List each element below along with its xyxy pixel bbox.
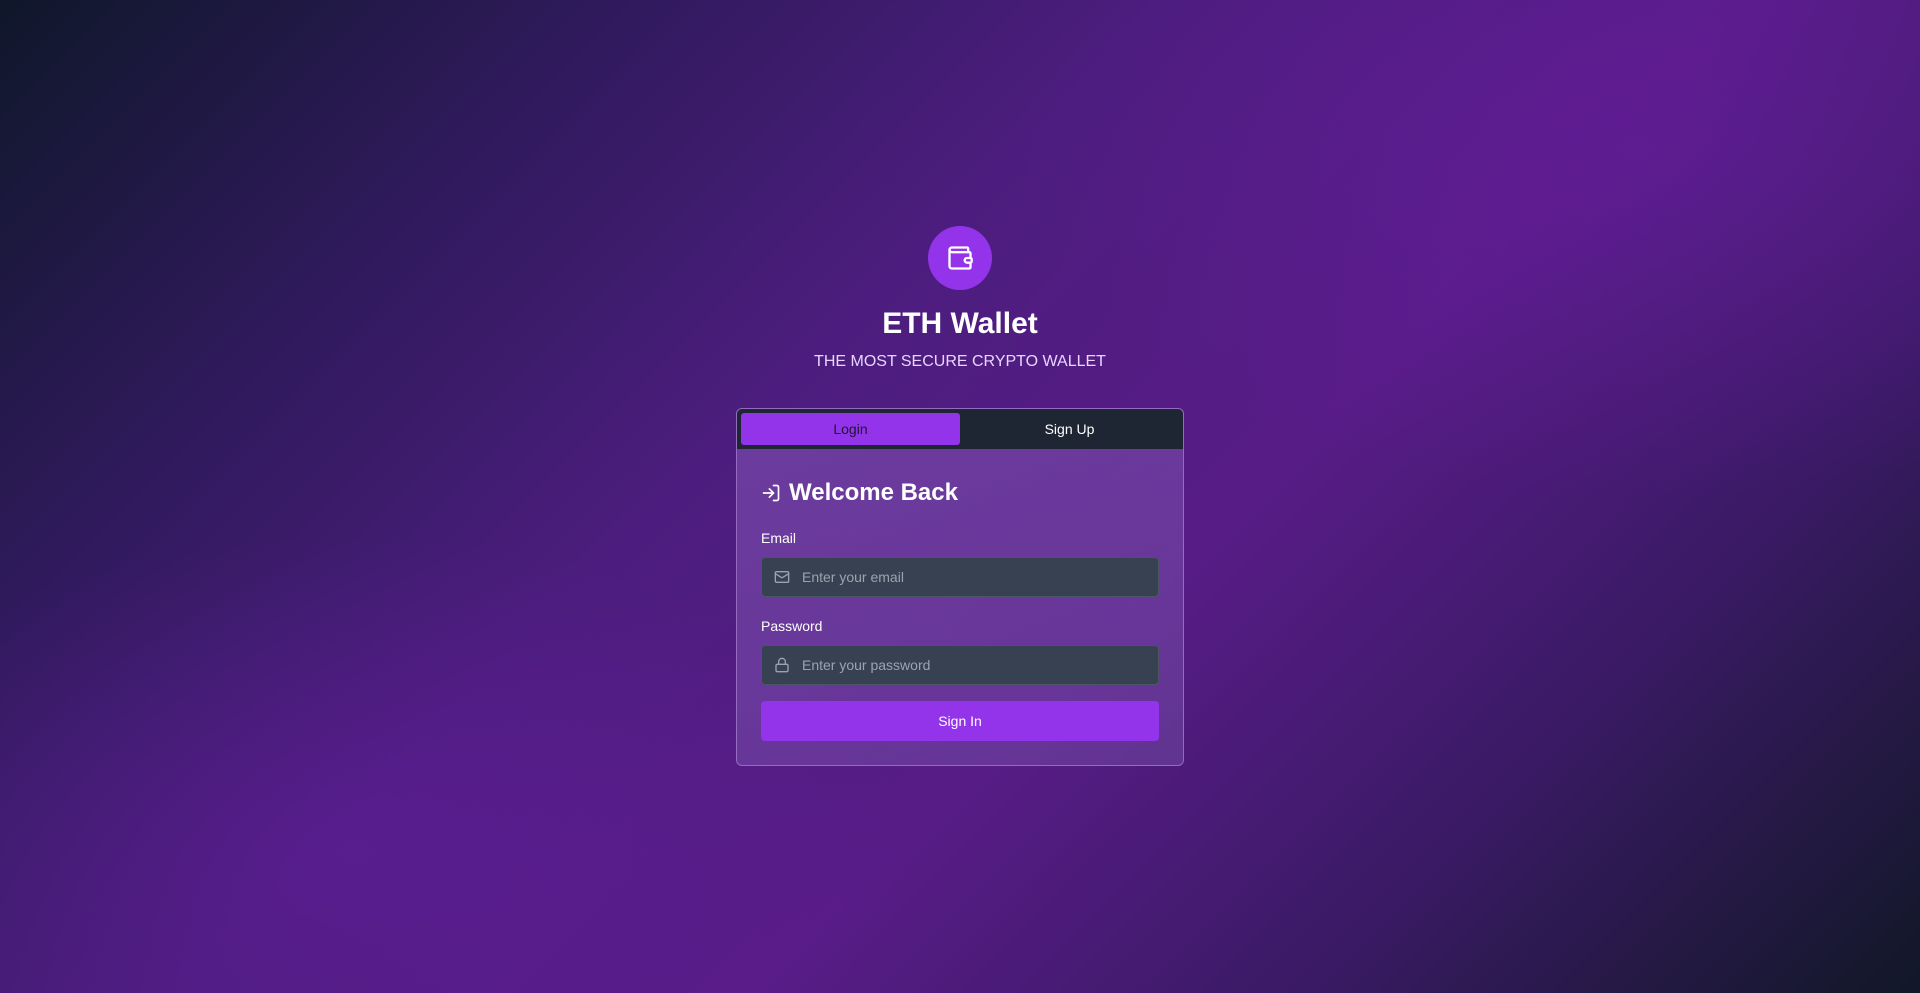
app-title: ETH Wallet	[882, 307, 1038, 340]
tab-sign-up[interactable]: Sign Up	[960, 413, 1179, 445]
app-logo	[928, 226, 992, 290]
lock-icon	[762, 657, 802, 673]
auth-panel: Login Sign Up Welcome Back Email Enter y…	[736, 408, 1184, 766]
login-card: Welcome Back Email Password	[737, 449, 1183, 765]
password-label: Password	[761, 618, 823, 634]
email-input[interactable]	[802, 559, 1158, 595]
card-header: Welcome Back	[761, 479, 1159, 507]
email-label: Email	[761, 530, 797, 546]
password-field-wrapper	[761, 645, 1159, 685]
app-subtitle: THE MOST SECURE CRYPTO WALLET	[814, 353, 1106, 370]
wallet-icon	[948, 246, 973, 270]
card-title: Welcome Back	[789, 479, 958, 506]
mail-icon	[762, 569, 802, 585]
password-input[interactable]	[802, 647, 1158, 683]
log-in-icon	[762, 484, 780, 502]
sign-in-button[interactable]: Sign In	[761, 701, 1159, 741]
auth-tabs: Login Sign Up	[737, 409, 1183, 449]
email-field-wrapper	[761, 557, 1159, 597]
login-page: ETH Wallet THE MOST SECURE CRYPTO WALLET…	[0, 0, 1920, 766]
tab-login[interactable]: Login	[741, 413, 960, 445]
